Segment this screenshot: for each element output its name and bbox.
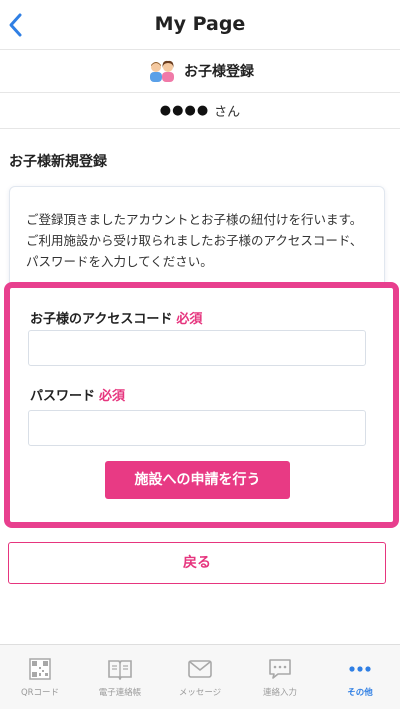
page-title: My Page (154, 13, 246, 35)
masked-user-name: ●●●● (159, 103, 210, 118)
child-registration-title: お子様登録 (184, 64, 254, 80)
required-badge: 必須 (99, 389, 126, 404)
tab-qr-code[interactable]: QRコード (0, 645, 80, 709)
required-badge: 必須 (176, 312, 203, 327)
tab-label: QRコード (20, 688, 60, 698)
description-line-1: ご登録頂きましたアカウントとお子様の紐付けを行います。 (26, 212, 363, 227)
children-icon (150, 60, 174, 82)
tab-label: その他 (347, 688, 373, 698)
access-code-input[interactable] (28, 330, 366, 366)
mail-icon (187, 657, 213, 681)
top-navigation-bar: My Page (0, 0, 400, 50)
password-label-text: パスワード (30, 389, 96, 404)
bottom-tab-bar: QRコード 電子連絡帳 メッセージ 連絡入力 その他 (0, 644, 400, 709)
tab-label: 連絡入力 (262, 688, 297, 698)
access-code-label-text: お子様のアクセスコード (30, 312, 173, 327)
more-dots-icon (347, 657, 373, 681)
access-code-label: お子様のアクセスコード 必須 (30, 308, 202, 327)
password-label: パスワード 必須 (30, 385, 125, 404)
password-input[interactable] (28, 410, 366, 446)
registration-form: お子様のアクセスコード 必須 パスワード 必須 施設への申請を行う (4, 282, 399, 528)
book-icon (107, 657, 133, 681)
submit-application-button[interactable]: 施設への申請を行う (105, 461, 290, 499)
qr-code-icon (27, 657, 53, 681)
chat-bubble-icon (267, 657, 293, 681)
description-line-2: ご利用施設から受け取られましたお子様のアクセスコード、パスワードを入力してくださ… (26, 233, 363, 269)
user-honorific: さん (214, 105, 241, 120)
child-registration-header: お子様登録 (0, 50, 400, 93)
user-name-bar: ●●●● さん (0, 93, 400, 129)
tab-messages[interactable]: メッセージ (160, 645, 240, 709)
back-button[interactable]: 戻る (8, 542, 386, 584)
section-title: お子様新規登録 (9, 154, 107, 170)
tab-label: 電子連絡帳 (98, 688, 142, 698)
description-text: ご登録頂きましたアカウントとお子様の紐付けを行います。 ご利用施設から受け取られ… (26, 209, 372, 272)
tab-contact-book[interactable]: 電子連絡帳 (80, 645, 160, 709)
tab-contact-input[interactable]: 連絡入力 (240, 645, 320, 709)
tab-label: メッセージ (178, 688, 222, 698)
tab-other[interactable]: その他 (320, 645, 400, 709)
